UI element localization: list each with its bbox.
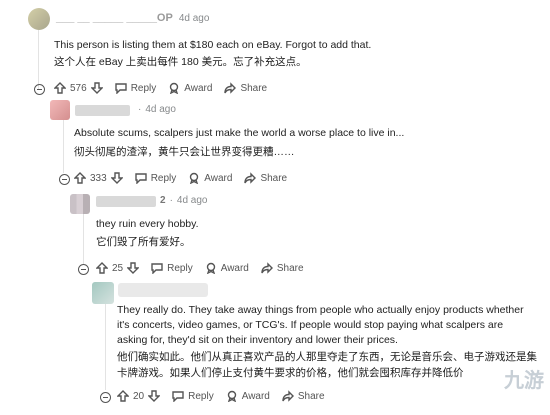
vote-count: 20 — [133, 390, 145, 402]
comment-text-zh: 这个人在 eBay 上卖出每件 180 美元。忘了补充这点。 — [54, 56, 307, 68]
thread-line — [38, 30, 39, 90]
username-redacted — [96, 196, 156, 207]
comment-text-en: This person is listing them at $180 each… — [54, 39, 372, 51]
collapse-icon[interactable] — [78, 264, 89, 275]
comment-text-en: they ruin every hobby. — [96, 218, 199, 230]
award-button[interactable]: Award — [205, 262, 249, 274]
downvote-icon[interactable] — [127, 262, 140, 274]
collapse-icon[interactable] — [59, 174, 70, 185]
watermark-text: 九游 — [504, 370, 544, 392]
reply-button[interactable]: Reply — [114, 82, 156, 94]
share-button[interactable]: Share — [261, 262, 304, 274]
share-icon — [244, 172, 257, 184]
vote-count: 576 — [70, 82, 87, 94]
comment-actions: 25 Reply Award Share — [96, 262, 316, 274]
username-redacted — [118, 283, 208, 297]
upvote-icon[interactable] — [96, 262, 108, 274]
timestamp: 4d ago — [178, 12, 210, 24]
comment-text-en: Absolute scums, scalpers just make the w… — [74, 127, 405, 139]
thread-line — [83, 205, 84, 265]
vote-count: 25 — [112, 262, 124, 274]
comment-header: ___ __ _____ _____OP 4d ago — [56, 12, 209, 24]
share-icon — [282, 390, 294, 402]
avatar[interactable] — [70, 194, 90, 214]
upvote-icon[interactable] — [117, 390, 129, 402]
upvote-icon[interactable] — [74, 172, 86, 184]
comment-text-zh: 它们毁了所有爱好。 — [96, 236, 191, 248]
reply-button[interactable]: Reply — [134, 172, 176, 184]
award-icon — [170, 82, 179, 94]
watermark-logo: 九游 — [504, 364, 544, 393]
username[interactable]: 2 — [160, 195, 166, 206]
avatar[interactable] — [28, 8, 50, 30]
comment-text-en: They really do. They take away things fr… — [117, 304, 524, 346]
award-icon — [206, 262, 215, 274]
reply-button[interactable]: Reply — [151, 262, 193, 274]
comment-header: · 4d ago — [138, 104, 176, 115]
share-button[interactable]: Share — [224, 82, 267, 94]
award-button[interactable]: Award — [168, 82, 212, 94]
award-button[interactable]: Award — [226, 390, 270, 402]
collapse-icon[interactable] — [100, 392, 111, 403]
comment-actions: 333 Reply Award Share — [74, 172, 299, 184]
share-button[interactable]: Share — [244, 172, 287, 184]
reply-icon — [151, 263, 163, 274]
timestamp: 4d ago — [145, 104, 176, 115]
comment-text-zh: 彻头彻尾的渣滓，黄牛只会让世界变得更糟…… — [74, 146, 295, 158]
comment-header: 2 · 4d ago — [160, 195, 208, 206]
reply-icon — [172, 391, 184, 402]
reply-icon — [134, 173, 147, 184]
avatar[interactable] — [92, 282, 114, 304]
comment-actions: 576 Reply Award Share — [54, 82, 279, 94]
reply-icon — [114, 83, 127, 94]
share-icon — [224, 82, 237, 94]
thread-line — [105, 295, 106, 390]
award-icon — [190, 172, 199, 184]
share-button[interactable]: Share — [282, 390, 325, 402]
timestamp: 4d ago — [176, 195, 208, 206]
comment-text-zh: 卡牌游戏。如果人们停止支付黄牛要求的价格，他们就会囤积库存并降低价 — [117, 367, 464, 379]
award-button[interactable]: Award — [188, 172, 232, 184]
avatar[interactable] — [50, 100, 70, 120]
username-redacted — [75, 105, 130, 116]
downvote-icon[interactable] — [148, 390, 161, 402]
downvote-icon[interactable] — [110, 172, 123, 184]
thread-line — [63, 118, 64, 173]
downvote-icon[interactable] — [90, 82, 103, 94]
upvote-icon[interactable] — [54, 82, 66, 94]
comment-text-zh: 他们确实如此。他们从真正喜欢产品的人那里夺走了东西，无论是音乐会、电子游戏还是集… — [117, 351, 537, 363]
collapse-icon[interactable] — [34, 84, 45, 95]
comment-actions: 20 Reply Award Share — [117, 390, 337, 402]
username[interactable]: ___ __ _____ _____OP — [56, 12, 173, 24]
vote-count: 333 — [90, 172, 107, 184]
reply-button[interactable]: Reply — [172, 390, 214, 402]
share-icon — [261, 262, 273, 274]
award-icon — [227, 390, 236, 402]
